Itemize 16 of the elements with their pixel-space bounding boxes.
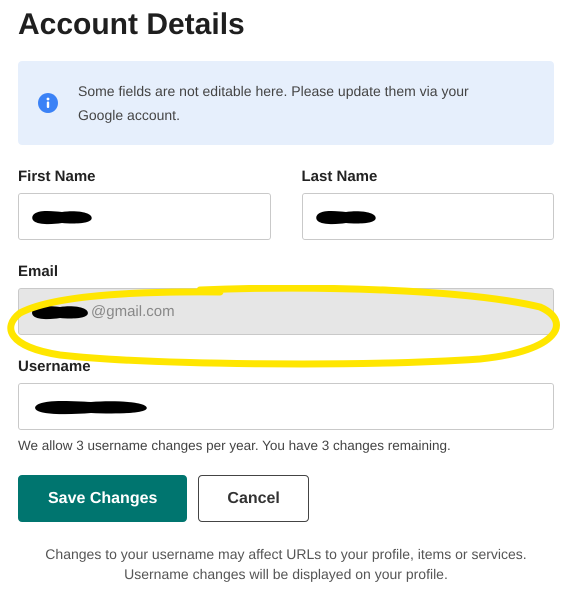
field-label: Username bbox=[18, 357, 92, 377]
page-title: Account Details bbox=[18, 7, 246, 43]
notice-text: Some fields are not editable here. Please update them via your Google account. bbox=[78, 82, 470, 125]
field-label: Email bbox=[18, 262, 60, 282]
input-field[interactable] bbox=[302, 193, 554, 240]
footer-note: Username changes will be displayed on your profile. bbox=[123, 565, 449, 584]
field-value: @gmail.com bbox=[91, 303, 175, 320]
cancel-button[interactable]: Cancel bbox=[198, 475, 309, 522]
input-field[interactable] bbox=[18, 193, 270, 240]
save-button[interactable]: Save Changes bbox=[18, 475, 188, 522]
hint-text: We allow 3 username changes per year. You have 3 changes remaining. bbox=[18, 438, 452, 453]
field-label: First Name bbox=[18, 167, 97, 187]
input-field[interactable] bbox=[18, 383, 554, 430]
field-label: Last Name bbox=[302, 167, 378, 187]
footer-note: Changes to your username may affect URLs to your profile, items or services. bbox=[44, 545, 528, 564]
info-icon bbox=[38, 93, 58, 113]
